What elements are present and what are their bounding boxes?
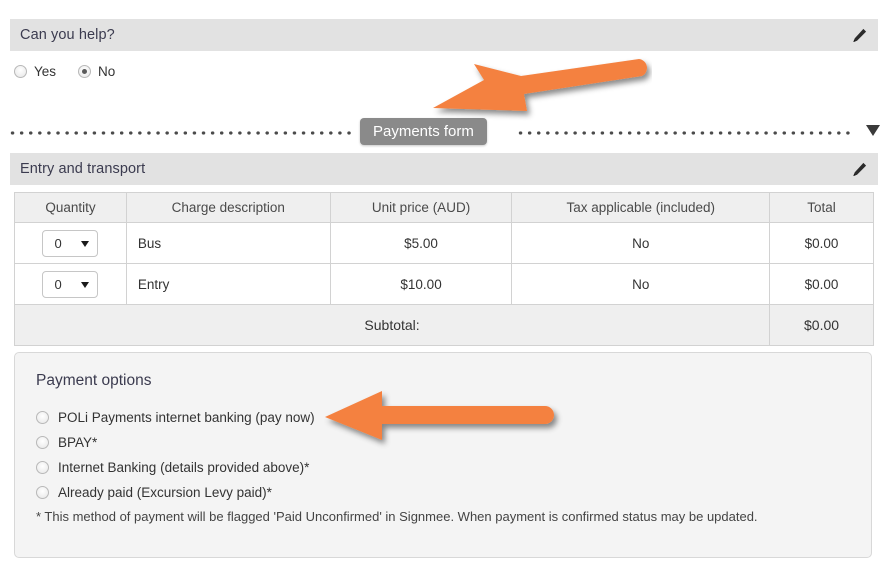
payment-option-poli[interactable]: POLi Payments internet banking (pay now) <box>36 405 836 430</box>
quantity-select-bus[interactable]: 0 <box>42 229 99 257</box>
description-cell: Bus <box>125 222 331 264</box>
payment-option-internet-banking-label: Internet Banking (details provided above… <box>58 460 310 475</box>
payment-option-already-paid[interactable]: Already paid (Excursion Levy paid)* <box>36 480 836 505</box>
column-header-total: Total <box>769 192 874 223</box>
divider-label-payments-form: Payments form <box>360 118 487 145</box>
payment-option-poli-radio[interactable] <box>36 411 49 424</box>
unit-price-cell: $10.00 <box>329 263 513 305</box>
arrow-pointing-to-payments-form <box>433 59 647 111</box>
quantity-cell: 0 <box>14 263 127 305</box>
quantity-select-entry[interactable]: 0 <box>42 270 99 298</box>
quantity-select-bus-value: 0 <box>54 235 62 251</box>
can-you-help-radio-group[interactable]: Yes No <box>14 64 115 79</box>
divider-dots-left <box>8 131 354 135</box>
pencil-icon[interactable] <box>846 22 872 48</box>
subtotal-row: Subtotal: $0.00 <box>13 304 874 346</box>
payment-options-radio-group[interactable]: POLi Payments internet banking (pay now)… <box>36 405 836 505</box>
subtotal-label: Subtotal: <box>13 304 771 346</box>
payments-form-page: Can you help? Yes No Payments form Entry… <box>0 0 888 579</box>
unit-price-cell: $5.00 <box>329 222 513 264</box>
payment-option-internet-banking[interactable]: Internet Banking (details provided above… <box>36 455 836 480</box>
payment-option-already-paid-label: Already paid (Excursion Levy paid)* <box>58 485 272 500</box>
payment-option-internet-banking-radio[interactable] <box>36 461 49 474</box>
column-header-quantity: Quantity <box>14 192 127 223</box>
column-header-tax: Tax applicable (included) <box>511 192 771 223</box>
table-header-row: Quantity Charge description Unit price (… <box>14 192 874 223</box>
payment-options-title: Payment options <box>36 372 152 389</box>
column-header-unit-price: Unit price (AUD) <box>329 192 513 223</box>
radio-option-yes[interactable]: Yes <box>14 64 56 79</box>
table-row: 0 Bus $5.00 No $0.00 <box>14 222 874 264</box>
section-title-entry-and-transport: Entry and transport <box>20 161 146 177</box>
radio-no-label: No <box>98 64 116 79</box>
payment-option-already-paid-radio[interactable] <box>36 486 49 499</box>
payment-option-bpay[interactable]: BPAY* <box>36 430 836 455</box>
radio-yes-label: Yes <box>34 64 57 79</box>
section-header-entry-and-transport: Entry and transport <box>10 153 878 185</box>
tax-cell: No <box>511 222 771 264</box>
payment-options-panel: Payment options POLi Payments internet b… <box>14 352 872 558</box>
tax-cell: No <box>511 263 771 305</box>
total-cell: $0.00 <box>769 222 874 264</box>
chevron-down-icon <box>81 281 90 288</box>
payment-option-bpay-label: BPAY* <box>58 435 98 450</box>
chevron-down-icon <box>81 240 90 247</box>
divider-dots-right <box>516 131 853 135</box>
payment-option-bpay-radio[interactable] <box>36 436 49 449</box>
quantity-cell: 0 <box>14 222 127 264</box>
charges-table: Quantity Charge description Unit price (… <box>13 192 874 346</box>
payment-option-poli-label: POLi Payments internet banking (pay now) <box>58 410 315 425</box>
table-row: 0 Entry $10.00 No $0.00 <box>14 263 874 305</box>
column-header-description: Charge description <box>125 192 331 223</box>
description-cell: Entry <box>125 263 331 305</box>
payments-form-divider: Payments form <box>8 118 880 148</box>
pencil-icon[interactable] <box>846 156 872 182</box>
total-cell: $0.00 <box>769 263 874 305</box>
triangle-down-icon[interactable] <box>866 125 880 136</box>
quantity-select-entry-value: 0 <box>54 276 62 292</box>
section-title-can-you-help: Can you help? <box>20 27 115 43</box>
radio-yes-input[interactable] <box>14 65 27 78</box>
radio-no-input[interactable] <box>78 65 92 78</box>
radio-option-no[interactable]: No <box>78 64 115 79</box>
subtotal-value: $0.00 <box>769 304 874 346</box>
payment-options-footnote: * This method of payment will be flagged… <box>36 509 758 524</box>
section-header-can-you-help: Can you help? <box>10 19 878 51</box>
